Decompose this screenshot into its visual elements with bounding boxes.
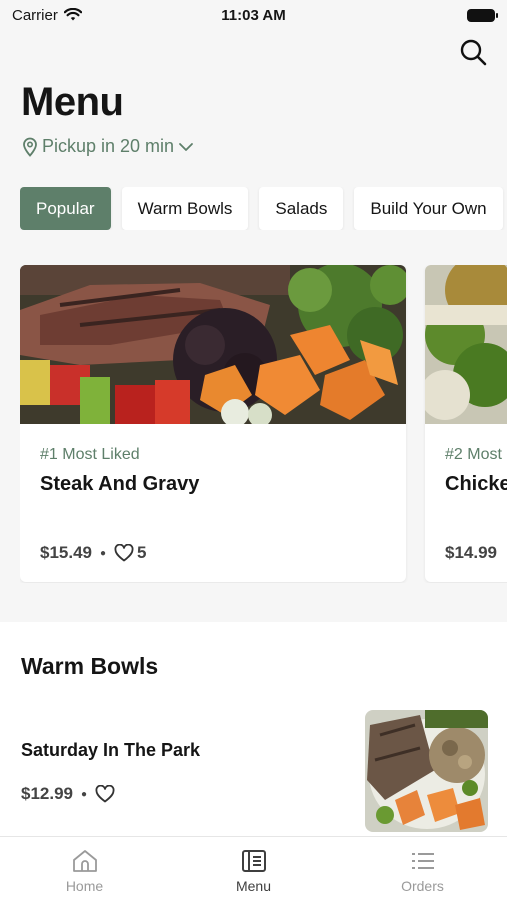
location-pin-icon bbox=[23, 137, 37, 157]
item-price: $14.99 bbox=[445, 543, 497, 562]
category-chips: Popular Warm Bowls Salads Build Your Own bbox=[20, 187, 507, 230]
item-meta: $15.49 ● 5 bbox=[40, 543, 147, 563]
tab-orders[interactable]: Orders bbox=[338, 837, 507, 900]
category-chip-build-your-own[interactable]: Build Your Own bbox=[354, 187, 503, 230]
item-name: Saturday In The Park bbox=[21, 740, 201, 760]
separator-dot: ● bbox=[81, 788, 88, 800]
popular-rank-label: #1 Most Liked bbox=[40, 446, 140, 463]
search-button[interactable] bbox=[459, 38, 487, 66]
chip-label: Warm Bowls bbox=[137, 198, 233, 218]
separator-dot: ● bbox=[100, 547, 107, 559]
item-price: $12.99 bbox=[21, 784, 73, 803]
food-photo[interactable] bbox=[365, 710, 488, 832]
menu-book-icon bbox=[241, 850, 266, 872]
food-photo bbox=[425, 265, 507, 424]
popular-carousel[interactable]: #1 Most Liked Steak And Gravy $15.49 ● 5… bbox=[20, 265, 507, 583]
tab-menu[interactable]: Menu bbox=[169, 837, 338, 900]
pickup-label: Pickup in 20 min bbox=[42, 136, 175, 156]
category-chip-warm-bowls[interactable]: Warm Bowls bbox=[121, 187, 249, 230]
tab-bar: Home Menu Orders bbox=[0, 836, 507, 900]
heart-icon bbox=[114, 544, 134, 562]
page-title: Menu bbox=[21, 80, 124, 124]
popular-card[interactable]: #2 Most Liked Chicken $14.99 bbox=[425, 265, 507, 582]
search-icon bbox=[460, 39, 487, 66]
food-photo bbox=[20, 265, 406, 424]
status-bar: Carrier 11:03 AM bbox=[0, 0, 507, 30]
home-icon bbox=[72, 850, 97, 872]
popular-rank-label: #2 Most Liked bbox=[445, 446, 507, 463]
chevron-down-icon bbox=[179, 142, 193, 151]
item-price: $15.49 bbox=[40, 543, 92, 562]
warm-bowls-section: Warm Bowls Saturday In The Park $12.99 ● bbox=[0, 622, 507, 842]
item-meta: $14.99 bbox=[445, 543, 497, 563]
tab-label: Home bbox=[65, 878, 104, 894]
battery-icon bbox=[467, 8, 498, 22]
tab-label: Orders bbox=[401, 878, 444, 894]
pickup-time-selector[interactable]: Pickup in 20 min bbox=[22, 136, 194, 157]
item-meta: $12.99 ● bbox=[21, 784, 115, 804]
heart-icon[interactable] bbox=[95, 785, 115, 803]
category-chip-popular[interactable]: Popular bbox=[20, 187, 111, 230]
chip-label: Salads bbox=[275, 198, 328, 218]
chip-label: Build Your Own bbox=[370, 198, 487, 218]
tab-home[interactable]: Home bbox=[0, 837, 169, 900]
item-name: Chicken bbox=[445, 473, 507, 495]
category-chip-salads[interactable]: Salads bbox=[259, 187, 344, 230]
list-icon bbox=[411, 853, 434, 869]
item-name: Steak And Gravy bbox=[40, 473, 200, 495]
popular-card[interactable]: #1 Most Liked Steak And Gravy $15.49 ● 5 bbox=[20, 265, 406, 582]
section-title: Warm Bowls bbox=[21, 653, 159, 679]
likes-button[interactable]: 5 bbox=[114, 543, 147, 563]
tab-label: Menu bbox=[235, 878, 272, 894]
likes-count: 5 bbox=[137, 543, 147, 562]
carrier-info: Carrier bbox=[12, 7, 82, 24]
chip-label: Popular bbox=[36, 198, 95, 218]
carrier-label: Carrier bbox=[12, 6, 58, 24]
wifi-icon bbox=[63, 8, 82, 21]
